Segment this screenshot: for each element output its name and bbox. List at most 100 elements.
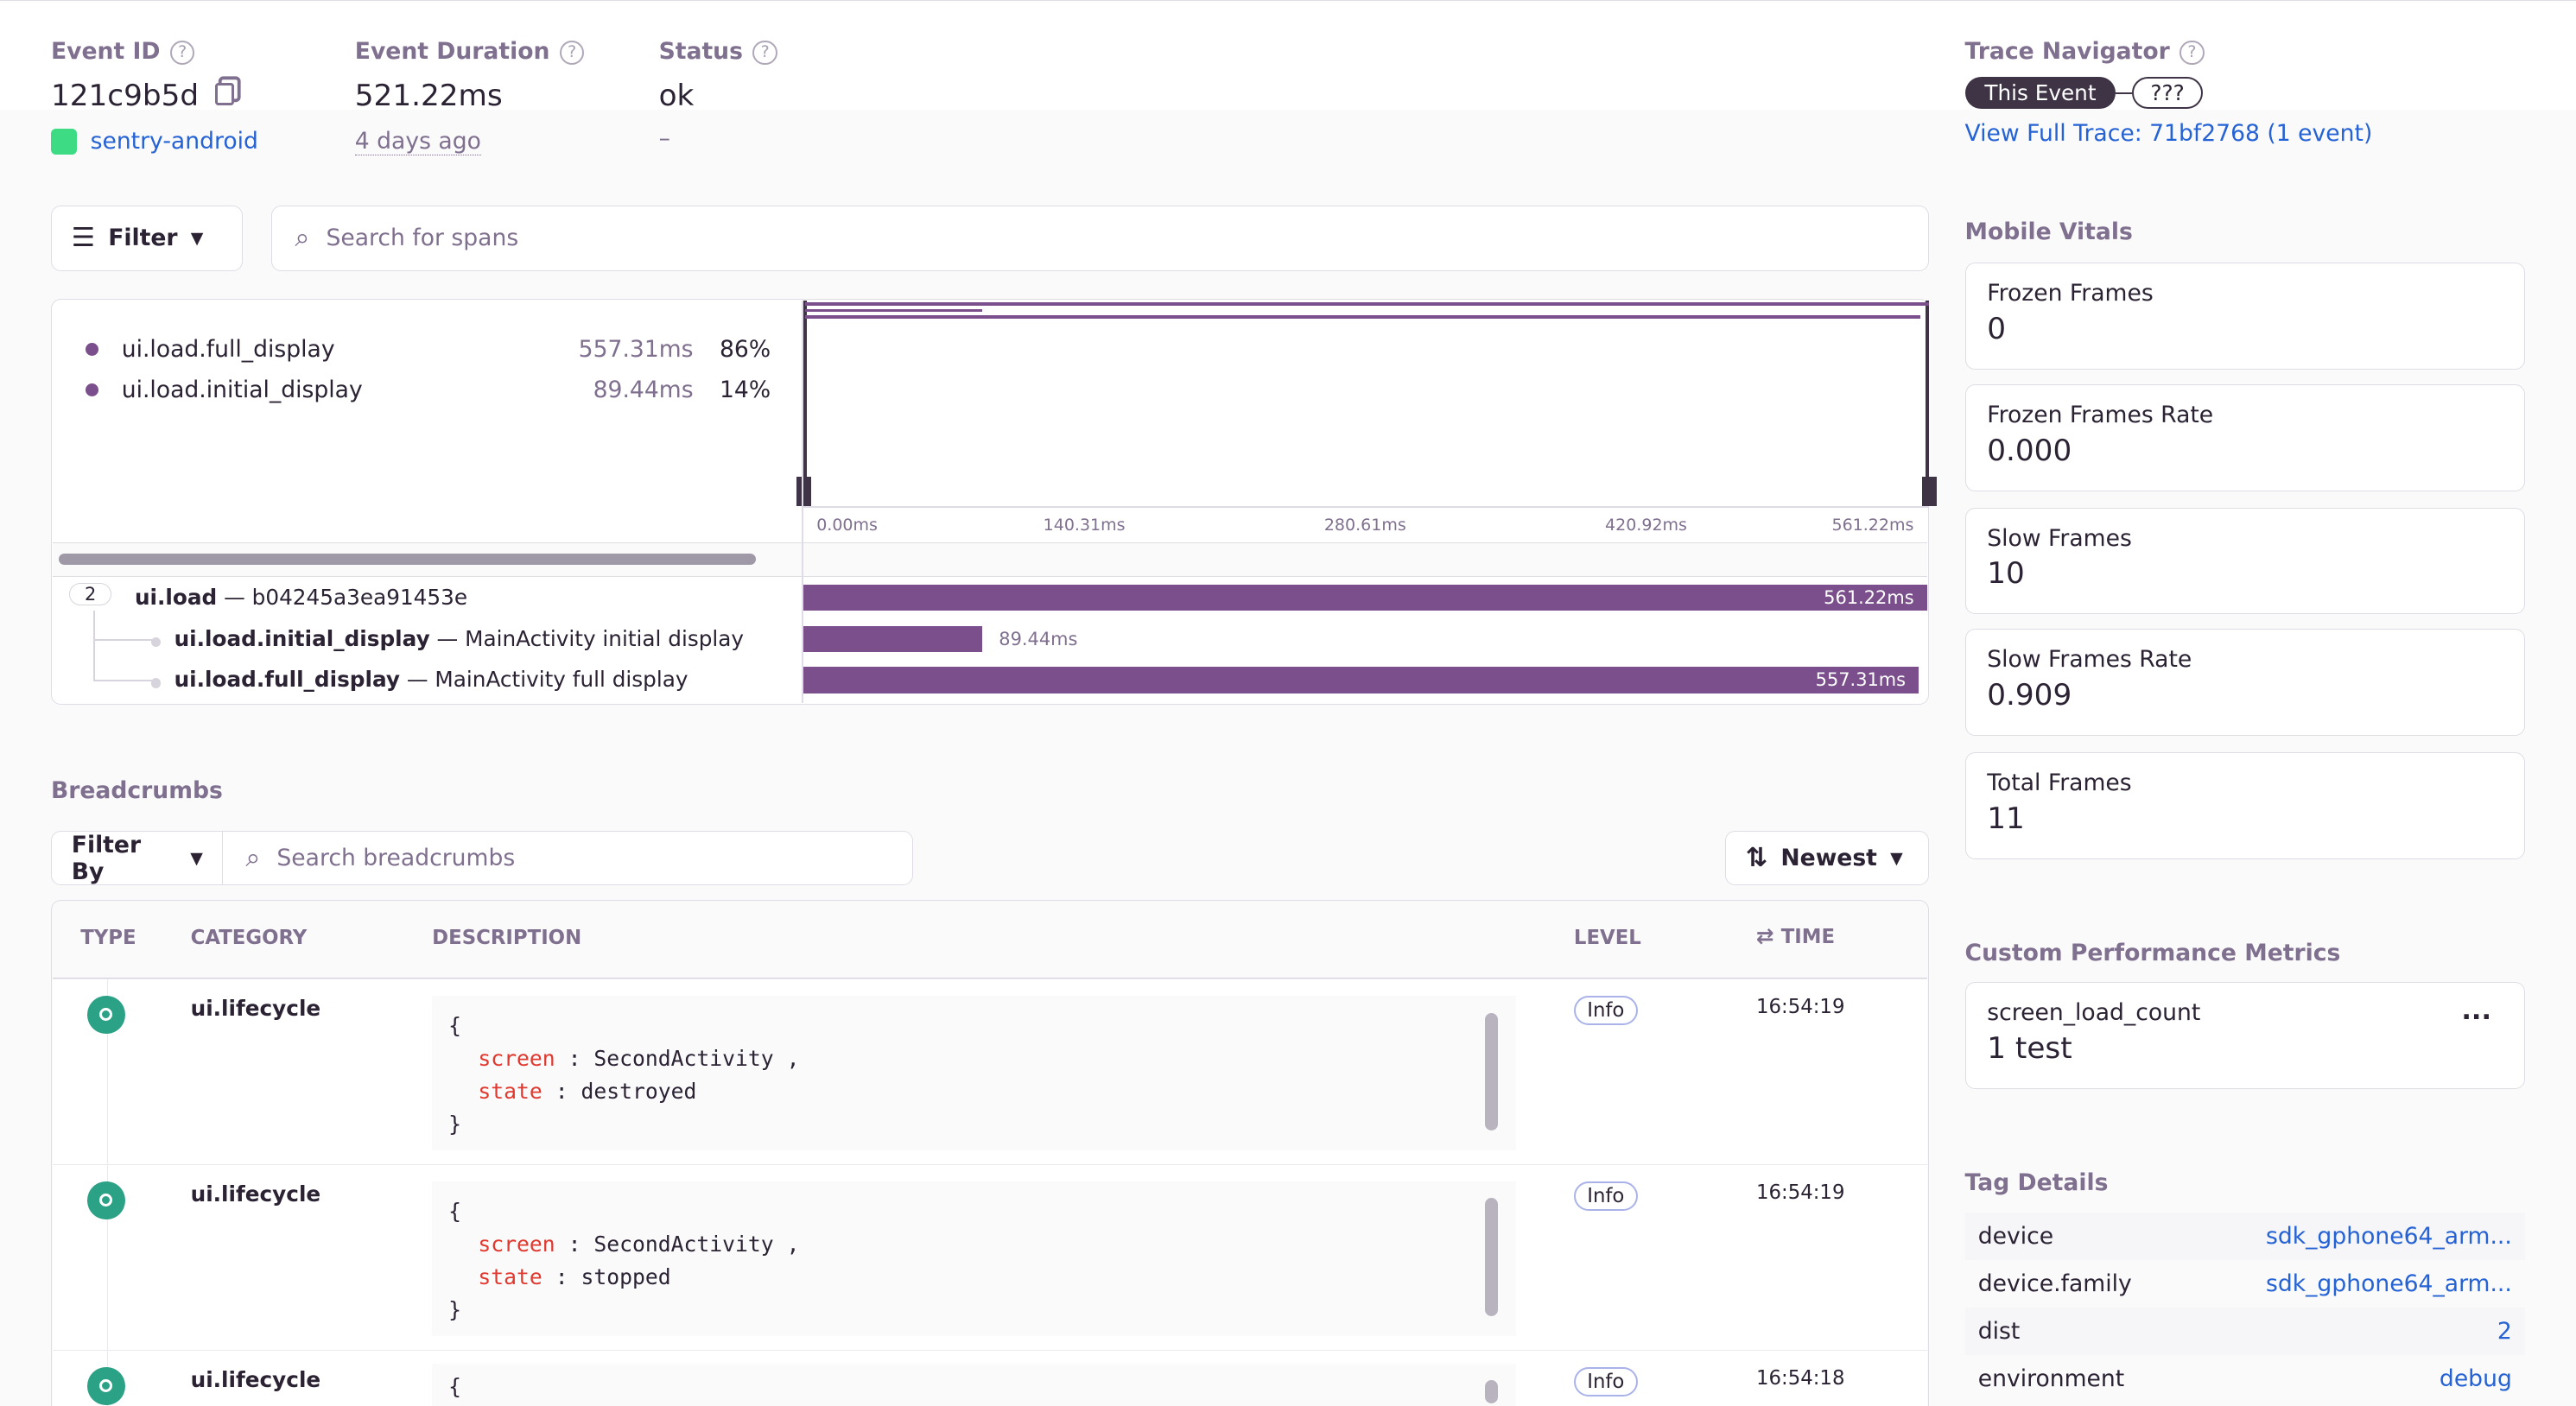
span-op: ui.load.initial_display [174,625,430,651]
breadcrumb-search-input[interactable]: ⌕ Search breadcrumbs [221,831,914,886]
unknown-node[interactable]: ??? [2132,77,2203,110]
vital-card: Slow Frames 10 [1964,507,2526,615]
tag-key: dist [1977,1317,2021,1345]
tag-row: device sdk_gphone64_arm... [1964,1212,2526,1260]
tag-details-title: Tag Details [1964,1169,2109,1197]
horizontal-scrollbar[interactable] [59,553,756,566]
span-duration: 89.44ms [999,628,1078,649]
this-event-node[interactable]: This Event [1964,77,2116,110]
android-icon [50,128,78,155]
chevron-down-icon: ▼ [190,848,203,868]
op-duration: 89.44ms [593,377,694,404]
span-row-label[interactable]: ui.load.initial_display — MainActivity i… [174,626,744,651]
tag-value-link[interactable]: sdk_gphone64_arm... [2266,1270,2512,1297]
custom-metric-card: screen_load_count 1 test ... [1964,982,2526,1089]
tag-key: environment [1977,1365,2125,1393]
tag-row: dist 2 [1964,1307,2526,1355]
sep: : [555,1231,594,1257]
minimap-right-handle[interactable] [1925,301,1929,506]
vital-card: Slow Frames Rate 0.909 [1964,629,2526,736]
tag-value-link[interactable]: sdk_gphone64_arm... [2266,1223,2512,1250]
code-scrollbar[interactable] [1485,1012,1499,1131]
span-duration: 561.22ms [1824,587,1914,609]
vital-label: Frozen Frames [1987,280,2154,307]
vital-value: 0 [1987,312,2007,346]
axis-tick-label: 0.00ms [816,516,878,535]
value: SecondActivity [593,1231,774,1257]
level-badge: Info [1573,1181,1638,1212]
tree-line [93,680,156,682]
brace: } [448,1296,462,1322]
breadcrumb-time: 16:54:18 [1756,1367,1845,1390]
breadcrumb-filter-button[interactable]: Filter By ▼ [50,831,224,886]
op-percent: 14% [719,377,771,404]
breadcrumb-time: 16:54:19 [1756,1181,1845,1205]
brace: { [448,1198,462,1224]
vital-value: 11 [1987,801,2025,836]
event-duration: 521.22ms [354,79,503,114]
span-op: ui.load [134,585,218,611]
sort-button[interactable]: ⇅ Newest ▼ [1724,831,1929,886]
span-row-label[interactable]: 2 ui.load — b04245a3ea91453e [68,583,467,611]
value: SecondActivity [593,1045,774,1071]
tag-value-link[interactable]: debug [2440,1365,2512,1392]
search-icon: ⌕ [295,222,310,253]
breadcrumb-row[interactable]: ui.lifecycle {screen : SecondActivity , st… [52,1164,1927,1351]
vital-label: Frozen Frames Rate [1987,402,2214,429]
comma: , [773,1045,800,1071]
minimap-left-handle[interactable] [803,301,807,506]
tag-row: device.family sdk_gphone64_arm... [1965,1260,2526,1308]
breadcrumb-row[interactable]: ui.lifecycle {screen : SecondActivity , st… [52,978,1927,1165]
help-icon[interactable]: ? [559,40,585,66]
axis-tick-label: 140.31ms [1043,516,1126,535]
op-legend-item[interactable]: ui.load.full_display 557.31ms 86% [85,328,771,370]
minimap-right-grip[interactable] [1922,476,1938,506]
vital-value: 10 [1987,556,2025,592]
help-icon[interactable]: ? [169,40,195,66]
minimap-span [804,301,1929,306]
key: state [478,1264,542,1289]
status-label: Status? [659,38,777,66]
tag-value-link[interactable]: 2 [2497,1318,2512,1345]
breadcrumb-row[interactable]: ui.lifecycle {Info 16:54:18 [52,1350,1927,1406]
copy-icon[interactable] [214,82,235,106]
vital-value: 0.000 [1987,433,2072,468]
view-full-trace-link[interactable]: View Full Trace: 71bf2768 (1 event) [1965,120,2373,147]
minimap-left-grip[interactable] [796,476,812,506]
axis-tick-label: 561.22ms [1831,516,1914,535]
brace: { [448,1012,462,1038]
tag-key: device [1977,1222,2054,1250]
relative-time[interactable]: 4 days ago [354,128,481,156]
code-scrollbar[interactable] [1485,1380,1499,1404]
code-scrollbar[interactable] [1485,1198,1499,1317]
help-icon[interactable]: ? [2179,40,2205,66]
span-duration: 557.31ms [1815,669,1907,691]
tree-line [93,638,156,641]
span-bar[interactable]: 89.44ms [803,625,1077,652]
breadcrumb-time: 16:54:19 [1756,996,1845,1019]
axis-tick-label: 280.61ms [1323,516,1406,535]
event-id-label: Event ID? [51,38,195,66]
help-icon[interactable]: ? [752,40,777,66]
child-count-badge[interactable]: 2 [68,583,112,606]
project-link[interactable]: sentry-android [50,128,258,155]
col-level: LEVEL [1573,926,1641,949]
tag-row: environment debug [1965,1355,2526,1403]
filter-icon: ☰ [71,223,96,254]
vital-card: Frozen Frames 0 [1964,263,2526,370]
span-bar[interactable]: 561.22ms [803,585,1927,611]
span-row-label[interactable]: ui.load.full_display — MainActivity full… [174,667,688,692]
span-bar[interactable]: 557.31ms [803,667,1919,694]
op-name: ui.load.full_display [121,335,335,363]
more-icon[interactable]: ... [2461,996,2491,1026]
vital-label: Total Frames [1987,770,2132,797]
metric-name: screen_load_count [1987,999,2201,1027]
col-time[interactable]: ⇄ TIME [1756,923,1835,948]
tree-line [93,611,96,682]
metric-value: 1 test [1987,1030,2072,1066]
op-legend-item[interactable]: ui.load.initial_display 89.44ms 14% [85,370,771,411]
span-filter-button[interactable]: ☰ Filter ▼ [50,205,244,271]
trace-navigator: This Event ??? [1964,77,2203,110]
sort-icon: ⇅ [1745,843,1768,874]
span-search-input[interactable]: ⌕ Search for spans [270,205,1929,271]
